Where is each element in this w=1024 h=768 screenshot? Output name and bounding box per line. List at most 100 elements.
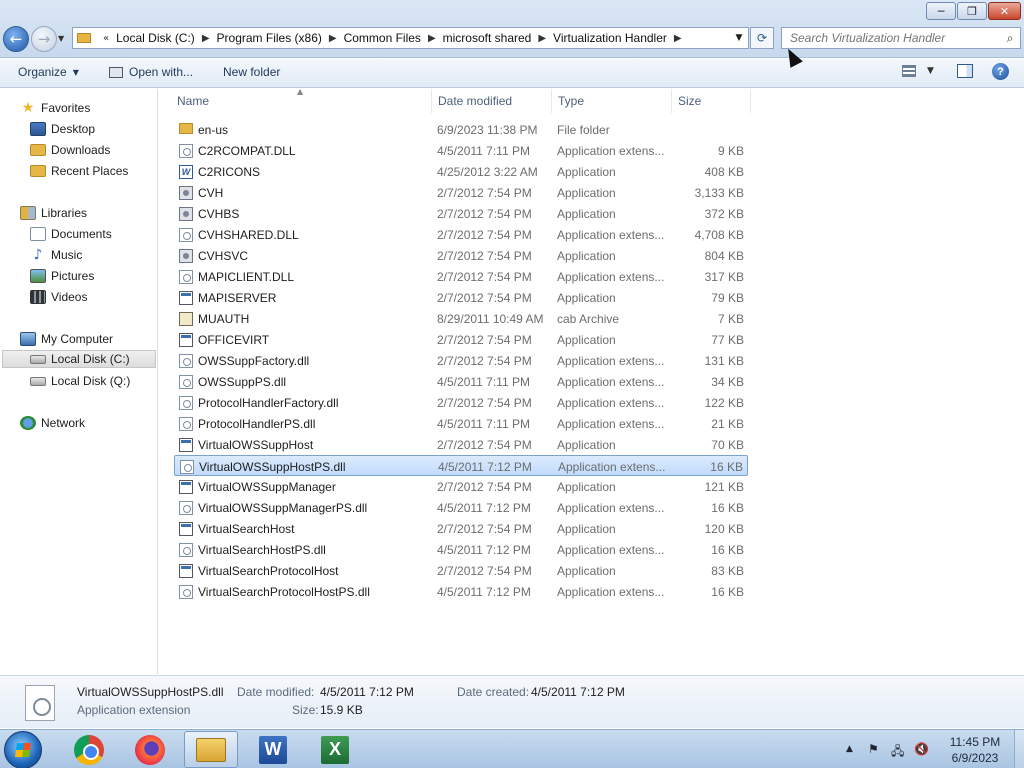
clock[interactable]: 11:45 PM 6/9/2023	[940, 734, 1010, 766]
show-hidden-icons-button[interactable]: ▲	[846, 744, 853, 754]
file-row[interactable]: OFFICEVIRT 2/7/2012 7:54 PM Application 77 …	[174, 329, 748, 350]
file-row[interactable]: W C2RICONS 4/25/2012 3:22 AM Application 408…	[174, 161, 748, 182]
column-header-name[interactable]: Name	[177, 94, 209, 108]
search-box[interactable]: ⌕	[781, 27, 1021, 49]
file-size: 317 KB	[704, 270, 744, 284]
address-overflow-button[interactable]: «	[103, 33, 109, 44]
start-button[interactable]	[4, 731, 42, 768]
sidebar-item-music[interactable]: ♪ Music	[30, 246, 83, 264]
breadcrumb-program-files[interactable]: Program Files (x86)	[217, 31, 322, 45]
network-tray-icon[interactable]: 🖧	[891, 742, 904, 763]
file-row[interactable]: C2RCOMPAT.DLL 4/5/2011 7:11 PM Application…	[174, 140, 748, 161]
sidebar-item-recent-places[interactable]: Recent Places	[30, 162, 128, 180]
action-center-flag-icon[interactable]: ⚑	[868, 742, 879, 756]
show-desktop-button[interactable]	[1014, 730, 1024, 768]
file-row[interactable]: CVH 2/7/2012 7:54 PM Application 3,133 KB	[174, 182, 748, 203]
chevron-right-icon[interactable]: ▶	[428, 33, 436, 44]
new-folder-button[interactable]: New folder	[223, 65, 280, 79]
file-row[interactable]: VirtualSearchHostPS.dll 4/5/2011 7:12 PM A…	[174, 539, 748, 560]
file-row[interactable]: en-us 6/9/2023 11:38 PM File folder	[174, 119, 748, 140]
sidebar-item-my-computer[interactable]: My Computer	[20, 330, 113, 348]
breadcrumb-local-disk[interactable]: Local Disk (C:)	[116, 31, 195, 45]
file-row[interactable]: OWSSuppPS.dll 4/5/2011 7:11 PM Application…	[174, 371, 748, 392]
column-divider[interactable]	[551, 89, 552, 113]
taskbar-chrome[interactable]	[62, 731, 116, 768]
file-row[interactable]: MAPISERVER 2/7/2012 7:54 PM Application 79 …	[174, 287, 748, 308]
volume-muted-icon[interactable]: 🔇	[914, 742, 929, 756]
organize-button[interactable]: Organize ▼	[18, 65, 79, 79]
network-icon	[20, 416, 36, 430]
gear-app-icon	[179, 186, 193, 200]
file-row[interactable]: CVHSHARED.DLL 2/7/2012 7:54 PM Application…	[174, 224, 748, 245]
sidebar-item-desktop[interactable]: Desktop	[30, 120, 95, 138]
file-row[interactable]: OWSSuppFactory.dll 2/7/2012 7:54 PM Applic…	[174, 350, 748, 371]
minimize-button[interactable]: ─	[926, 2, 956, 20]
sidebar-item-pictures[interactable]: Pictures	[30, 267, 94, 285]
breadcrumb-virtualization-handler[interactable]: Virtualization Handler	[553, 31, 667, 45]
file-row[interactable]: CVHSVC 2/7/2012 7:54 PM Application 804 KB	[174, 245, 748, 266]
sidebar-item-network[interactable]: Network	[20, 414, 85, 432]
file-size: 3,133 KB	[694, 186, 744, 200]
file-row[interactable]: VirtualSearchProtocolHostPS.dll 4/5/2011 …	[174, 581, 748, 602]
videos-icon	[30, 290, 46, 304]
breadcrumb-common-files[interactable]: Common Files	[344, 31, 421, 45]
column-divider[interactable]	[431, 89, 432, 113]
taskbar-explorer[interactable]	[184, 731, 238, 768]
maximize-button[interactable]: ❐	[957, 2, 987, 20]
back-button[interactable]: ←	[3, 26, 29, 52]
chevron-right-icon[interactable]: ▶	[538, 33, 546, 44]
column-header-type[interactable]: Type	[558, 94, 584, 108]
computer-icon	[20, 332, 36, 346]
file-row[interactable]: VirtualOWSSuppHost 2/7/2012 7:54 PM Applic…	[174, 434, 748, 455]
column-divider[interactable]	[750, 89, 751, 113]
forward-button[interactable]: →	[31, 26, 57, 52]
file-row[interactable]: VirtualSearchProtocolHost 2/7/2012 7:54 P…	[174, 560, 748, 581]
taskbar-excel[interactable]: X	[308, 731, 362, 768]
file-row[interactable]: VirtualOWSSuppManager 2/7/2012 7:54 PM App…	[174, 476, 748, 497]
file-row[interactable]: VirtualOWSSuppManagerPS.dll 4/5/2011 7:12…	[174, 497, 748, 518]
file-row[interactable]: VirtualOWSSuppHostPS.dll 4/5/2011 7:12 PM…	[174, 455, 748, 476]
address-bar[interactable]: « Local Disk (C:) ▶ Program Files (x86) …	[72, 27, 749, 49]
file-row[interactable]: ProtocolHandlerPS.dll 4/5/2011 7:11 PM App…	[174, 413, 748, 434]
file-row[interactable]: ProtocolHandlerFactory.dll 2/7/2012 7:54 …	[174, 392, 748, 413]
file-row[interactable]: CVHBS 2/7/2012 7:54 PM Application 372 KB	[174, 203, 748, 224]
star-icon: ★	[21, 100, 35, 116]
column-header-date-modified[interactable]: Date modified	[438, 94, 512, 108]
column-divider[interactable]	[671, 89, 672, 113]
sidebar-item-documents[interactable]: Documents	[30, 225, 112, 243]
file-type: Application extens...	[557, 501, 665, 515]
refresh-button[interactable]: ⟳	[750, 27, 774, 49]
navigation-pane: ★ Favorites Desktop Downloads Recent Pla…	[0, 89, 158, 674]
sidebar-item-videos[interactable]: Videos	[30, 288, 87, 306]
sidebar-item-downloads[interactable]: Downloads	[30, 141, 110, 159]
taskbar-firefox[interactable]	[123, 731, 177, 768]
search-input[interactable]	[782, 28, 1000, 48]
change-view-icon[interactable]	[902, 65, 916, 77]
recent-places-icon	[30, 165, 46, 177]
file-date-modified: 2/7/2012 7:54 PM	[437, 564, 532, 578]
help-icon[interactable]: ?	[992, 63, 1009, 80]
sidebar-item-favorites[interactable]: ★ Favorites	[20, 99, 91, 117]
view-options-dropdown[interactable]: ▼	[927, 66, 934, 76]
file-row[interactable]: MAPICLIENT.DLL 2/7/2012 7:54 PM Applicatio…	[174, 266, 748, 287]
address-dropdown-button[interactable]: ▼	[730, 33, 748, 43]
breadcrumb-microsoft-shared[interactable]: microsoft shared	[443, 31, 532, 45]
open-with-button[interactable]: Open with...	[109, 65, 193, 79]
file-row[interactable]: VirtualSearchHost 2/7/2012 7:54 PM Applica…	[174, 518, 748, 539]
file-size: 79 KB	[711, 291, 744, 305]
chevron-right-icon[interactable]: ▶	[329, 33, 337, 44]
sidebar-item-local-disk-c[interactable]: Local Disk (C:)	[2, 350, 156, 368]
recent-pages-dropdown[interactable]: ▼	[58, 34, 64, 43]
taskbar-word[interactable]: W	[246, 731, 300, 768]
sidebar-item-local-disk-q[interactable]: Local Disk (Q:)	[30, 372, 130, 390]
chevron-right-icon[interactable]: ▶	[202, 33, 210, 44]
column-header-size[interactable]: Size	[678, 94, 701, 108]
chevron-right-icon[interactable]: ▶	[674, 33, 682, 44]
sidebar-item-libraries[interactable]: Libraries	[20, 204, 87, 222]
search-icon[interactable]: ⌕	[1000, 31, 1020, 46]
preview-pane-icon[interactable]	[957, 64, 973, 78]
file-type: Application	[557, 207, 616, 221]
file-date-modified: 2/7/2012 7:54 PM	[437, 270, 532, 284]
file-row[interactable]: MUAUTH 8/29/2011 10:49 AM cab Archive 7 KB	[174, 308, 748, 329]
close-button[interactable]: ✕	[988, 2, 1021, 20]
